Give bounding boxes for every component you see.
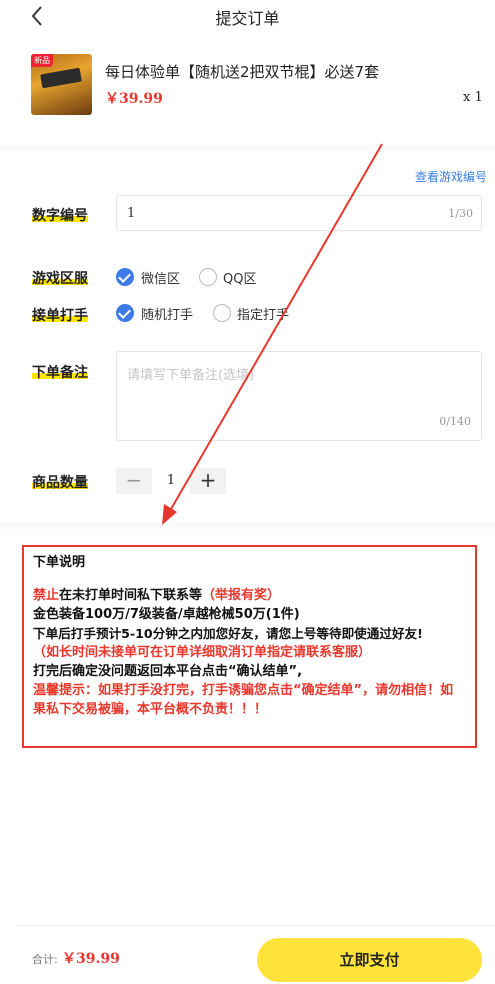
option-qq-server[interactable]: QQ区 [223,268,256,287]
option-random-booster[interactable]: 随机打手 [141,304,193,323]
remark-label: 下单备注 [32,362,88,382]
top-bar: 提交订单 [0,0,495,34]
view-game-id-link[interactable]: 查看游戏编号 [415,168,487,185]
instructions-line-4: （如长时间未接单可在订单详细取消订单指定请联系客服） [33,645,372,660]
instructions-line-5: 打完后确定没问题返回本平台点击“确认结单”, [33,664,303,679]
gun-graphic [40,67,82,89]
option-assigned-booster[interactable]: 指定打手 [237,304,289,323]
radio-wechat-server[interactable] [116,268,134,286]
thumbnail-badge: 新品 [31,54,53,67]
option-wechat-server[interactable]: 微信区 [141,268,180,287]
minus-button[interactable]: − [116,468,152,494]
quantity-label: 商品数量 [32,472,88,492]
page-title: 提交订单 [215,9,280,28]
product-price: ￥39.99 [105,91,163,107]
instructions-line-1: 禁止在未打单时间私下联系等（举报有奖） [33,588,281,603]
booster-label: 接单打手 [32,305,88,325]
instructions-warning: 温馨提示：如果打手没打完，打手诱骗您点击“确定结单”，请勿相信！如果私下交易被骗… [33,683,454,717]
radio-random-booster[interactable] [116,304,134,322]
section-divider [0,145,495,153]
digit-id-value: 1 [127,206,136,221]
order-instructions: 下单说明 禁止在未打单时间私下联系等（举报有奖） 金色装备100万/7级装备/卓… [22,545,477,748]
radio-qq-server[interactable] [199,268,217,286]
plus-button[interactable]: + [190,468,226,494]
quantity-value[interactable]: 1 [154,468,188,494]
digit-id-label: 数字编号 [32,205,88,225]
instructions-title: 下单说明 [33,555,86,570]
server-label: 游戏区服 [32,268,88,288]
total-amount: ￥39.99 [62,951,120,967]
instructions-line-3: 下单后打手预计5-10分钟之内加您好友，请您上号等待即使通过好友! [33,626,423,641]
quantity-stepper: − 1 + [116,468,226,494]
remark-placeholder: 请填写下单备注(选填) [127,368,255,383]
section-divider [0,523,495,531]
pay-now-button[interactable]: 立即支付 [257,938,482,982]
remark-textarea[interactable]: 请填写下单备注(选填) 0/140 [116,351,482,441]
radio-assigned-booster[interactable] [213,304,231,322]
remark-counter: 0/140 [439,415,471,428]
product-quantity: x 1 [463,90,483,105]
product-name: 每日体验单【随机送2把双节棍】必送7套 [105,63,380,81]
product-thumbnail: 新品 [31,54,92,115]
digit-id-input[interactable]: 1 1/30 [116,195,482,231]
digit-id-counter: 1/30 [448,207,473,220]
total-label: 合计: [32,953,58,966]
checkout-bar: 合计: ￥39.99 立即支付 [16,925,495,984]
product-card: 新品 每日体验单【随机送2把双节棍】必送7套 ￥39.99 x 1 [0,48,495,124]
instructions-line-2: 金色装备100万/7级装备/卓越枪械50万(1件) [33,607,300,622]
